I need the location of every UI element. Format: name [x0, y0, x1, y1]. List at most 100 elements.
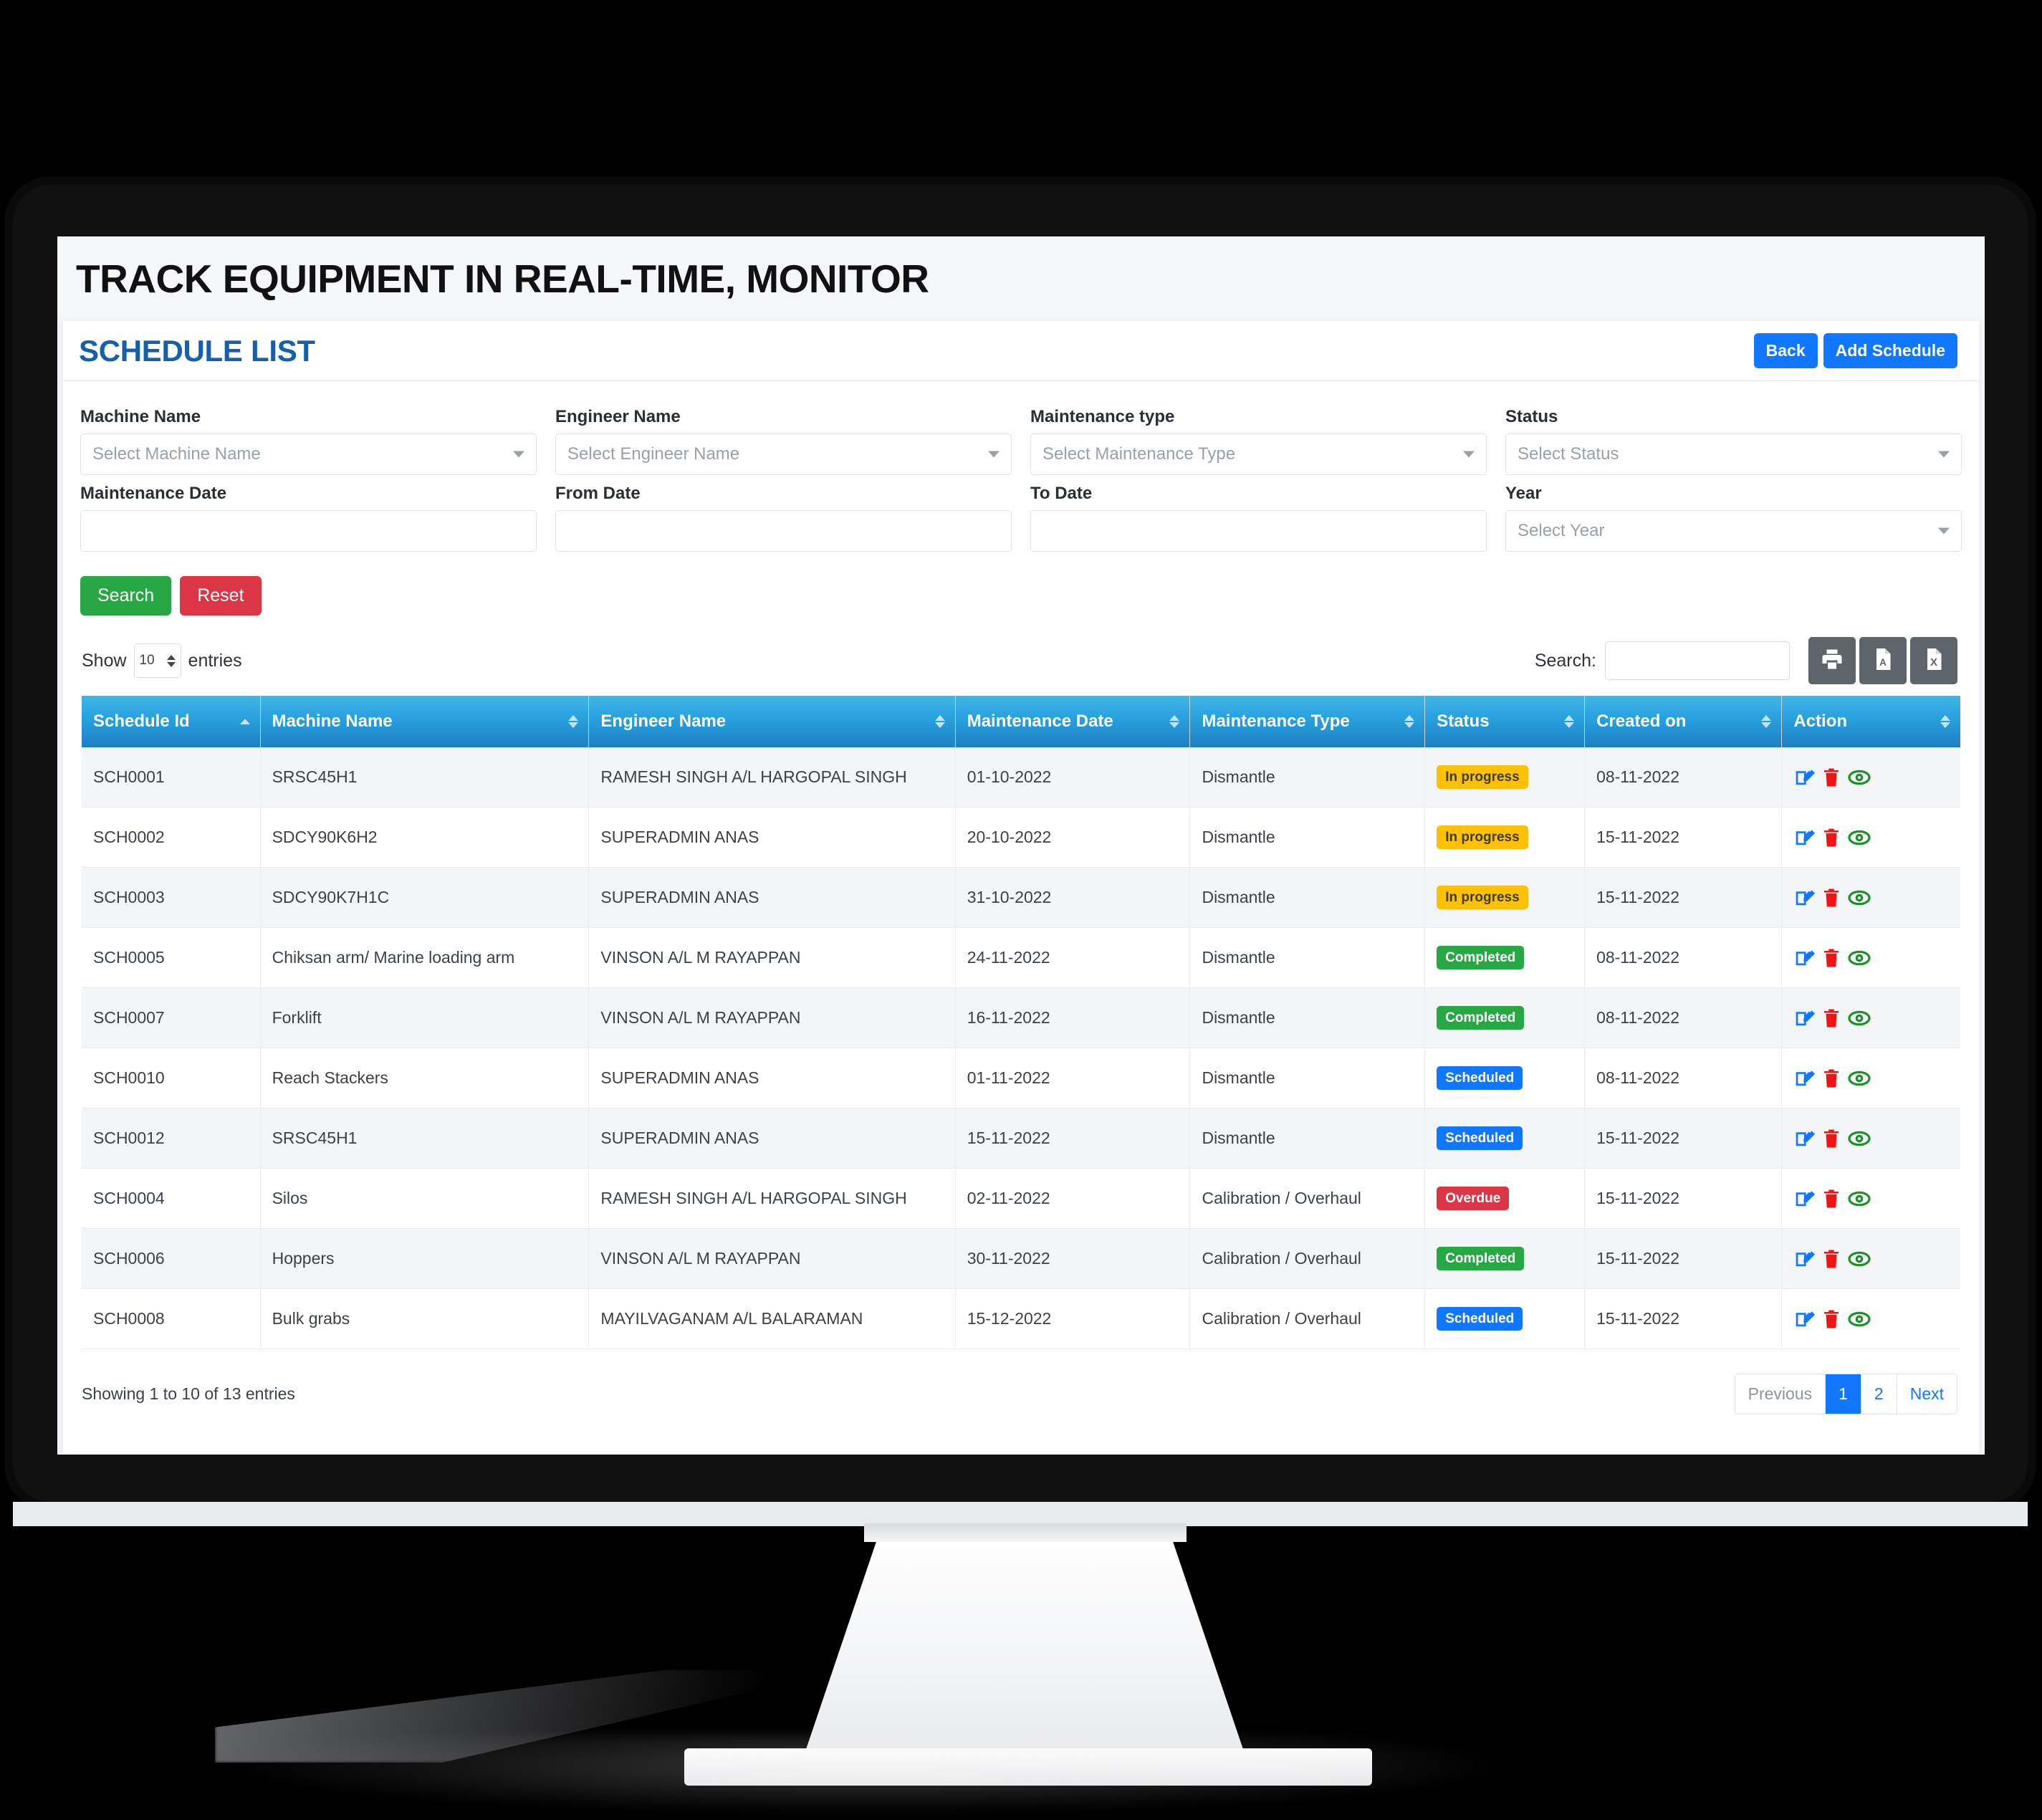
pagination-page-2[interactable]: 2	[1861, 1374, 1897, 1414]
view-icon[interactable]	[1848, 1247, 1871, 1270]
edit-icon[interactable]	[1793, 947, 1816, 969]
status-badge: In progress	[1437, 825, 1528, 849]
schedule-table: Schedule Id Machine Name Engineer Name M…	[82, 696, 1960, 1349]
col-schedule-id[interactable]: Schedule Id	[82, 696, 261, 747]
status-select[interactable]: Select Status	[1505, 434, 1962, 475]
machine-name-select[interactable]: Select Machine Name	[80, 434, 537, 475]
delete-icon[interactable]	[1821, 767, 1842, 788]
maintenance-type-select[interactable]: Select Maintenance Type	[1030, 434, 1487, 475]
col-maintenance-type[interactable]: Maintenance Type	[1189, 696, 1426, 747]
view-icon[interactable]	[1848, 1187, 1871, 1210]
cell-action	[1781, 1048, 1960, 1108]
from-date-input[interactable]	[555, 510, 1012, 552]
filter-grid: Machine Name Select Machine Name Enginee…	[80, 400, 1962, 552]
view-icon[interactable]	[1848, 886, 1871, 909]
view-icon[interactable]	[1848, 766, 1871, 789]
col-machine-name[interactable]: Machine Name	[260, 696, 590, 747]
pdf-icon: A	[1870, 646, 1896, 676]
print-button[interactable]	[1808, 637, 1856, 684]
sort-icon	[1761, 715, 1772, 728]
delete-icon[interactable]	[1821, 1188, 1842, 1210]
year-select[interactable]: Select Year	[1505, 510, 1962, 552]
cell-machine-name: Chiksan arm/ Marine loading arm	[260, 927, 590, 988]
view-icon[interactable]	[1848, 826, 1871, 849]
edit-icon[interactable]	[1793, 1007, 1816, 1029]
to-date-input[interactable]	[1030, 510, 1487, 552]
col-created-on[interactable]: Created on	[1584, 696, 1783, 747]
cell-machine-name: SDCY90K7H1C	[260, 867, 590, 928]
delete-icon[interactable]	[1821, 1308, 1842, 1330]
delete-icon[interactable]	[1821, 887, 1842, 909]
cell-created-on: 15-11-2022	[1584, 1168, 1783, 1229]
col-status[interactable]: Status	[1424, 696, 1586, 747]
cell-machine-name: SDCY90K6H2	[260, 807, 590, 868]
edit-icon[interactable]	[1793, 1068, 1816, 1089]
reset-button[interactable]: Reset	[180, 576, 262, 616]
col-maintenance-date[interactable]: Maintenance Date	[955, 696, 1191, 747]
edit-icon[interactable]	[1793, 1308, 1816, 1330]
edit-icon[interactable]	[1793, 1248, 1816, 1270]
col-action[interactable]: Action	[1781, 696, 1960, 747]
cell-status: In progress	[1424, 867, 1586, 928]
col-engineer-name[interactable]: Engineer Name	[588, 696, 956, 747]
engineer-name-select[interactable]: Select Engineer Name	[555, 434, 1012, 475]
col-label: Maintenance Date	[967, 712, 1113, 731]
cell-schedule-id: SCH0001	[82, 747, 261, 808]
filter-status: Status Select Status	[1505, 400, 1962, 475]
view-icon[interactable]	[1848, 1007, 1871, 1030]
cell-maintenance-date: 20-10-2022	[955, 807, 1191, 868]
cell-action	[1781, 1168, 1960, 1229]
monitor-bottom-edge	[13, 1502, 2028, 1526]
sort-icon	[1169, 715, 1180, 728]
cell-schedule-id: SCH0005	[82, 927, 261, 988]
edit-icon[interactable]	[1793, 827, 1816, 848]
edit-icon[interactable]	[1793, 1128, 1816, 1149]
edit-icon[interactable]	[1793, 1188, 1816, 1210]
delete-icon[interactable]	[1821, 1248, 1842, 1270]
view-icon[interactable]	[1848, 1308, 1871, 1331]
filter-to-date: To Date	[1030, 476, 1487, 552]
delete-icon[interactable]	[1821, 1128, 1842, 1149]
delete-icon[interactable]	[1821, 827, 1842, 848]
sort-icon	[568, 715, 579, 728]
cell-created-on: 15-11-2022	[1584, 867, 1783, 928]
cell-maintenance-date: 15-12-2022	[955, 1288, 1191, 1349]
machine-name-select-value: Select Machine Name	[92, 444, 261, 464]
edit-icon[interactable]	[1793, 887, 1816, 909]
filter-action-buttons: Search Reset	[63, 552, 1979, 616]
table-row: SCH0003 SDCY90K7H1C SUPERADMIN ANAS 31-10-2…	[82, 867, 1960, 928]
add-schedule-button[interactable]: Add Schedule	[1823, 333, 1957, 368]
delete-icon[interactable]	[1821, 1007, 1842, 1029]
label-machine-name: Machine Name	[80, 407, 201, 426]
search-button[interactable]: Search	[80, 576, 172, 616]
cell-maintenance-date: 24-11-2022	[955, 927, 1191, 988]
table-row: SCH0005 Chiksan arm/ Marine loading arm VI…	[82, 927, 1960, 988]
back-button[interactable]: Back	[1753, 333, 1818, 368]
view-icon[interactable]	[1848, 1127, 1871, 1150]
export-excel-button[interactable]: X	[1910, 637, 1957, 684]
edit-icon[interactable]	[1793, 767, 1816, 788]
status-select-value: Select Status	[1518, 444, 1619, 464]
filter-engineer-name: Engineer Name Select Engineer Name	[555, 400, 1012, 475]
view-icon[interactable]	[1848, 1067, 1871, 1090]
col-label: Schedule Id	[93, 712, 190, 731]
view-icon[interactable]	[1848, 947, 1871, 969]
pagination-next[interactable]: Next	[1897, 1374, 1957, 1414]
sort-asc-icon	[239, 719, 250, 724]
cell-action	[1781, 987, 1960, 1048]
delete-icon[interactable]	[1821, 1068, 1842, 1089]
pagination-page-1[interactable]: 1	[1826, 1374, 1861, 1414]
cell-machine-name: Silos	[260, 1168, 590, 1229]
cell-schedule-id: SCH0006	[82, 1228, 261, 1289]
cell-engineer-name: SUPERADMIN ANAS	[588, 807, 956, 868]
cell-engineer-name: SUPERADMIN ANAS	[588, 867, 956, 928]
pagination-previous[interactable]: Previous	[1735, 1374, 1826, 1414]
show-label: Show	[82, 650, 127, 671]
datatable-wrapper: Schedule Id Machine Name Engineer Name M…	[63, 696, 1979, 1349]
delete-icon[interactable]	[1821, 947, 1842, 969]
page-length-select[interactable]: 10	[133, 643, 181, 678]
search-input[interactable]	[1605, 641, 1790, 680]
cell-engineer-name: RAMESH SINGH A/L HARGOPAL SINGH	[588, 747, 956, 808]
maintenance-date-input[interactable]	[80, 510, 537, 552]
export-pdf-button[interactable]: A	[1859, 637, 1907, 684]
